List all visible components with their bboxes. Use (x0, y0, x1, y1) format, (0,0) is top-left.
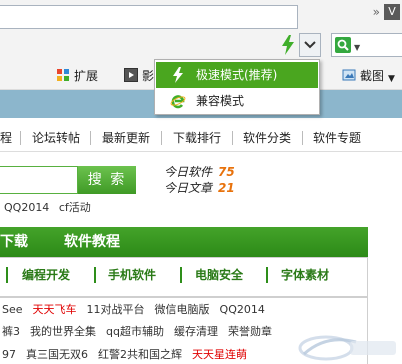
window-menu-button[interactable]: V (384, 4, 400, 20)
screenshot-icon (342, 69, 356, 81)
software-link[interactable]: 我的世界全集 (30, 325, 96, 338)
software-link[interactable]: qq超市辅助 (106, 325, 164, 338)
browser-mode-menu: 极速模式(推荐) 兼容模式 (154, 59, 320, 115)
software-link[interactable]: 荣誉勋章 (228, 325, 272, 338)
category-divider (94, 267, 96, 283)
category-tab-bar (0, 227, 368, 257)
nav-divider (302, 131, 303, 145)
search-engine-button[interactable] (335, 37, 351, 53)
video-icon (124, 68, 138, 82)
category-link[interactable]: 编程开发 (22, 267, 70, 283)
category-link[interactable]: 手机软件 (108, 267, 156, 283)
nav-divider (90, 131, 91, 145)
bolt-icon[interactable] (279, 34, 297, 56)
stat-row: 今日软件 75 (164, 164, 235, 180)
extensions-icon (57, 69, 69, 81)
ie-icon (170, 95, 186, 109)
search-icon (337, 39, 349, 51)
software-link[interactable]: 11对战平台 (87, 303, 145, 316)
hot-keyword-link[interactable]: QQ2014 (4, 201, 49, 214)
software-link[interactable]: 天天星连萌 (192, 348, 247, 361)
bolt-icon (173, 67, 183, 83)
software-link[interactable]: 缓存清理 (174, 325, 218, 338)
software-link[interactable]: 红警2共和国之辉 (98, 348, 182, 361)
menu-item-label: 极速模式(推荐) (196, 68, 278, 82)
category-divider (6, 267, 8, 283)
software-link[interactable]: 真三国无双6 (26, 348, 88, 361)
stat-value: 21 (218, 181, 235, 195)
site-nav: 程 论坛转帖 最新更新 下载排行 软件分类 软件专题 (0, 128, 402, 148)
nav-item[interactable]: 软件专题 (313, 128, 361, 148)
screenshot-caret-icon[interactable]: ▼ (388, 70, 395, 88)
screenshot-button[interactable]: 截图 (342, 67, 384, 85)
extensions-button[interactable]: 扩展 (56, 67, 98, 85)
hot-keyword-link[interactable]: cf活动 (59, 201, 91, 214)
screenshot-label: 截图 (360, 69, 385, 83)
stat-value: 75 (218, 165, 235, 179)
software-link[interactable]: 97 (2, 348, 16, 361)
nav-item[interactable]: 论坛转帖 (32, 128, 80, 148)
tab-software-tutorial[interactable]: 软件教程 (64, 232, 120, 252)
extensions-label: 扩展 (74, 69, 99, 83)
nav-item[interactable]: 下载排行 (173, 128, 221, 148)
stat-row: 今日文章 21 (164, 180, 235, 196)
tab-download[interactable]: 下载 (0, 232, 28, 252)
site-search-input[interactable] (0, 166, 78, 194)
nav-divider-line (0, 151, 402, 152)
nav-divider (232, 131, 233, 145)
nav-item[interactable]: 软件分类 (243, 128, 291, 148)
software-link[interactable]: See (2, 303, 23, 316)
nav-item[interactable]: 最新更新 (102, 128, 150, 148)
hot-keywords: QQ2014 cf活动 (4, 200, 97, 216)
site-watermark-logo (298, 335, 396, 361)
software-link[interactable]: QQ2014 (220, 303, 265, 316)
category-link[interactable]: 字体素材 (281, 267, 329, 283)
software-link[interactable]: 微信电脑版 (155, 303, 210, 316)
menu-item-compat-mode[interactable]: 兼容模式 (156, 88, 318, 114)
category-divider (266, 267, 268, 283)
menu-item-label: 兼容模式 (196, 94, 245, 108)
address-dropdown-button[interactable] (299, 33, 321, 57)
list-item: 97 真三国无双6 红警2共和国之辉 天天星连萌 (2, 347, 257, 363)
stat-label: 今日软件 (164, 165, 213, 179)
nav-divider (161, 131, 162, 145)
site-stats: 今日软件 75 今日文章 21 (164, 164, 235, 196)
menu-item-fast-mode[interactable]: 极速模式(推荐) (156, 62, 318, 88)
video-label: 影 (142, 69, 155, 83)
address-input[interactable] (0, 5, 298, 29)
nav-item[interactable]: 程 (0, 128, 12, 148)
software-link[interactable]: 天天飞车 (33, 303, 77, 316)
nav-divider (20, 131, 21, 145)
list-item: See 天天飞车 11对战平台 微信电脑版 QQ2014 (2, 302, 275, 318)
category-divider (180, 267, 182, 283)
overflow-chevron-icon[interactable]: » (373, 5, 380, 19)
video-button[interactable]: 影 (124, 67, 154, 85)
chevron-down-icon (304, 41, 316, 49)
search-engine-caret-icon[interactable]: ▼ (354, 43, 360, 52)
site-search-button[interactable]: 搜 索 (78, 166, 136, 194)
list-item: 裤3 我的世界全集 qq超市辅助 缓存清理 荣誉勋章 (2, 324, 282, 340)
software-link[interactable]: 裤3 (2, 325, 20, 338)
stat-label: 今日文章 (164, 181, 213, 195)
category-link[interactable]: 电脑安全 (195, 267, 243, 283)
